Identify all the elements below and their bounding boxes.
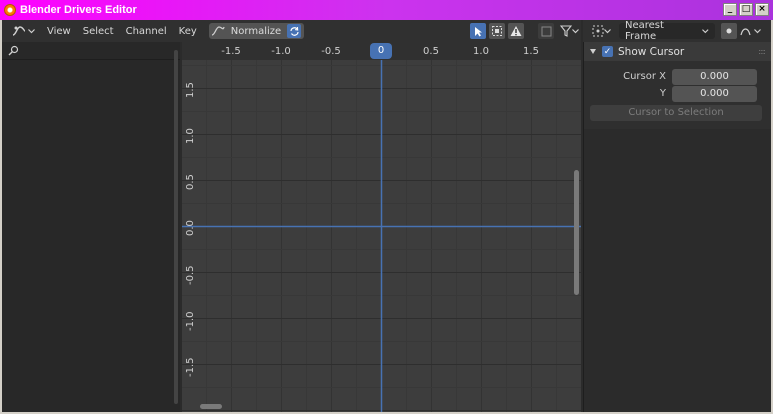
cursor-y-label: Y (659, 88, 666, 99)
minimize-button[interactable]: _ (723, 3, 737, 16)
x-tick-label: -0.5 (321, 46, 341, 57)
x-tick-label: -1.5 (221, 46, 241, 57)
only-show-selected-button[interactable] (470, 23, 486, 39)
chevron-down-icon (603, 28, 611, 33)
menu-channel[interactable]: Channel (126, 26, 167, 37)
x-tick-label: -1.0 (271, 46, 291, 57)
x-tick-label: 1.0 (473, 46, 489, 57)
y-tick-label: -1.5 (185, 357, 196, 377)
channel-region (2, 42, 180, 412)
show-hidden-button[interactable] (489, 23, 505, 39)
header-right-tools (470, 23, 581, 39)
drag-handle-icon[interactable]: :::: (758, 47, 766, 56)
pivot-icon (592, 25, 603, 37)
only-show-errors-button[interactable] (508, 23, 524, 39)
header-snapping-area: Nearest Frame (583, 20, 771, 42)
normalize-button[interactable]: Normalize (208, 23, 305, 39)
channel-search[interactable] (2, 42, 180, 60)
dashed-box-icon (492, 26, 502, 36)
sidebar-region: ✓ Show Cursor :::: Cursor X 0.000 Y 0.00… (583, 42, 771, 412)
close-button[interactable]: × (755, 3, 769, 16)
maximize-button[interactable]: □ (739, 3, 753, 16)
y-tick-label: -0.5 (185, 265, 196, 285)
graph-region[interactable]: -1.5 -1.0 -0.5 0 0.5 1.0 1.5 1.5 1.0 0.5 0.0 -0.5-… (182, 42, 581, 412)
panel-title: Show Cursor (618, 45, 685, 58)
chevron-down-icon (28, 28, 35, 34)
menu-key[interactable]: Key (179, 26, 197, 37)
show-cursor-panel: ✓ Show Cursor :::: Cursor X 0.000 Y 0.00… (584, 42, 771, 129)
pivot-dropdown[interactable] (589, 25, 613, 37)
cursor-x-label: Cursor X (623, 71, 666, 82)
current-frame-badge[interactable]: 0 (370, 43, 392, 59)
menu-view[interactable]: View (47, 26, 71, 37)
blender-logo-icon (4, 4, 16, 16)
x-tick-label: 0.5 (423, 46, 439, 57)
window-title: Blender Drivers Editor (20, 4, 137, 16)
editor-type-selector[interactable] (12, 25, 35, 37)
cursor-y-row: Y 0.000 (584, 85, 771, 102)
chevron-down-icon (754, 28, 761, 33)
show-cursor-panel-header[interactable]: ✓ Show Cursor :::: (584, 42, 771, 62)
snap-mode-dropdown[interactable]: Nearest Frame (619, 20, 715, 42)
menu-select[interactable]: Select (83, 26, 114, 37)
cursor-x-field[interactable]: 0.000 (672, 68, 757, 85)
show-cursor-checkbox[interactable]: ✓ (602, 46, 613, 57)
graph-vertical-scrollbar[interactable] (574, 170, 579, 295)
chevron-down-icon (702, 28, 709, 33)
collapse-triangle-icon[interactable] (590, 49, 596, 54)
x-tick-label: 1.5 (523, 46, 539, 57)
channel-scrollbar[interactable] (174, 50, 178, 404)
y-tick-label: -1.0 (185, 311, 196, 331)
box-icon (541, 26, 551, 36)
window-controls: _ □ × (723, 3, 769, 16)
y-tick-label: 1.5 (185, 81, 196, 98)
filter-dropdown[interactable] (557, 25, 581, 37)
cursor-x-row: Cursor X 0.000 (584, 68, 771, 85)
search-icon (8, 45, 19, 56)
funnel-icon (559, 25, 572, 37)
show-handles-button[interactable] (538, 23, 554, 39)
graph-editor-icon (12, 25, 26, 37)
cursor-y-field[interactable]: 0.000 (672, 85, 757, 102)
proportional-editing-toggle[interactable] (721, 23, 737, 39)
editor-header: View Select Channel Key Normalize (2, 20, 581, 42)
normalize-label: Normalize (230, 25, 282, 37)
y-tick-label: 0.5 (185, 173, 196, 190)
proportional-dot-icon (726, 28, 732, 34)
chevron-down-icon (571, 28, 579, 33)
normalize-curve-icon (211, 25, 225, 37)
graph-horizontal-scrollbar[interactable] (200, 404, 222, 409)
warning-icon (510, 26, 522, 36)
refresh-icon (290, 26, 299, 36)
snap-mode-label: Nearest Frame (625, 20, 664, 42)
show-cursor-panel-body: Cursor X 0.000 Y 0.000 Cursor to Selecti… (584, 62, 771, 129)
falloff-dropdown[interactable] (740, 26, 761, 36)
auto-normalize-toggle[interactable] (287, 24, 302, 38)
title-bar: Blender Drivers Editor _ □ × (0, 0, 773, 20)
y-tick-label: 1.0 (185, 127, 196, 144)
y-tick-label: 0.0 (185, 219, 196, 236)
cursor-to-selection-button[interactable]: Cursor to Selection (590, 105, 762, 121)
frame-ruler[interactable]: -1.5 -1.0 -0.5 0 0.5 1.0 1.5 (182, 42, 581, 60)
falloff-curve-icon (740, 28, 751, 36)
graph-grid (182, 60, 581, 412)
cursor-arrow-icon (474, 26, 482, 36)
